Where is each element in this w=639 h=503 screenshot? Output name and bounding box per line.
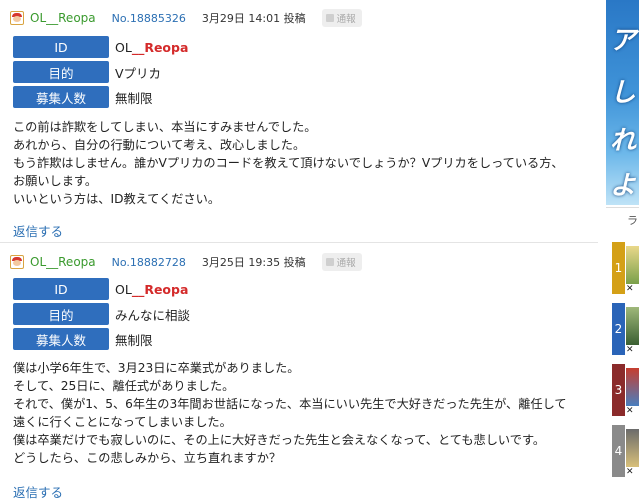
meta-row-capacity: 募集人数 無制限 (13, 86, 153, 108)
body-line: それで、僕が1、5、6年生の3年間お世話になった、本当にいい先生で大好きだった先… (13, 397, 567, 411)
ranking-thumbnail (626, 246, 639, 284)
meta-key: ID (13, 36, 109, 58)
ranking-item[interactable]: 1 ✕ (612, 242, 639, 294)
close-icon: ✕ (626, 284, 634, 294)
meta-key: ID (13, 278, 109, 300)
close-icon: ✕ (626, 345, 634, 355)
banner-text: よ (610, 171, 637, 201)
ranking-item[interactable]: 2 ✕ (612, 303, 639, 355)
id-prefix: OL (115, 281, 132, 297)
post-divider (0, 242, 598, 243)
meta-value: Vプリカ (115, 65, 162, 81)
ranking-number: 1 (612, 242, 625, 294)
reply-link[interactable]: 返信する (13, 482, 63, 501)
body-line: お願いします。 (13, 174, 98, 188)
report-label: 通報 (336, 258, 356, 269)
post-body: この前は詐欺をしてしまい、本当にすみませんでした。 あれから、自分の行動について… (13, 118, 593, 208)
meta-value: 無制限 (115, 90, 153, 106)
id-highlight: __Reopa (131, 39, 189, 55)
ranking-number: 2 (612, 303, 625, 355)
ad-banner[interactable]: ア し れ よ (606, 0, 639, 205)
post-date: 3月29日 14:01 投稿 (201, 12, 306, 25)
meta-key: 目的 (13, 61, 109, 83)
right-sidebar: ア し れ よ ラ 1 ✕ 2 ✕ 3 ✕ 4 ✕ (598, 0, 639, 503)
body-line: この前は詐欺をしてしまい、本当にすみませんでした。 (13, 120, 317, 134)
ranking-header: ラ (627, 214, 638, 227)
post-body: 僕は小学6年生で、3月23日に卒業式がありました。 そして、25日に、離任式があ… (13, 359, 593, 467)
ranking-thumbnail (626, 307, 639, 345)
report-button[interactable]: 通報 (321, 253, 362, 271)
meta-value-id: OL__Reopa (115, 282, 188, 297)
flag-icon (325, 258, 334, 266)
body-line: 僕は小学6年生で、3月23日に卒業式がありました。 (13, 361, 300, 375)
ranking-number: 3 (612, 364, 625, 416)
banner-text: ア (610, 26, 637, 56)
meta-row-id: ID OL__Reopa (13, 36, 188, 58)
ranking-item[interactable]: 3 ✕ (612, 364, 639, 416)
post-number-link[interactable]: No.18885326 (112, 12, 186, 25)
body-line: 遠くに行くことになってしまいました。 (13, 415, 232, 429)
id-highlight: __Reopa (131, 281, 189, 297)
body-line: 僕は卒業だけでも寂しいのに、その上に大好きだった先生と会えなくなって、とても悲し… (13, 433, 546, 447)
username-link[interactable]: OL__Reopa (30, 11, 96, 25)
user-avatar-icon[interactable] (10, 11, 24, 25)
ranking-thumbnail (626, 429, 639, 467)
body-line: どうしたら、この悲しみから、立ち直れますか？ (13, 451, 282, 465)
meta-value: 無制限 (115, 332, 153, 348)
body-line: いいという方は、ID教えてください。 (13, 192, 221, 206)
report-button[interactable]: 通報 (321, 9, 362, 27)
ranking-item[interactable]: 4 ✕ (612, 425, 639, 477)
username-link[interactable]: OL__Reopa (30, 255, 96, 269)
body-line: そして、25日に、離任式がありました。 (13, 379, 235, 393)
close-icon: ✕ (626, 406, 634, 416)
user-avatar-icon[interactable] (10, 255, 24, 269)
post-header: OL__Reopa No.18885326 3月29日 14:01 投稿 通報 (10, 8, 362, 28)
ranking-divider (606, 207, 639, 208)
reply-link[interactable]: 返信する (13, 221, 63, 240)
ranking-number: 4 (612, 425, 625, 477)
meta-value: みんなに相談 (115, 307, 191, 323)
post-number-link[interactable]: No.18882728 (112, 256, 186, 269)
meta-row-purpose: 目的 みんなに相談 (13, 303, 190, 325)
meta-key: 募集人数 (13, 86, 109, 108)
meta-value-id: OL__Reopa (115, 40, 188, 55)
banner-text: し (610, 78, 637, 108)
post-card: OL__Reopa No.18882728 3月25日 19:35 投稿 通報 … (0, 252, 598, 503)
post-header: OL__Reopa No.18882728 3月25日 19:35 投稿 通報 (10, 252, 362, 272)
banner-text: れ (610, 126, 637, 156)
ranking-thumbnail (626, 368, 639, 406)
post-feed: OL__Reopa No.18885326 3月29日 14:01 投稿 通報 … (0, 0, 598, 503)
meta-row-purpose: 目的 Vプリカ (13, 61, 161, 83)
body-line: あれから、自分の行動について考え、改心しました。 (13, 138, 306, 152)
id-prefix: OL (115, 39, 132, 55)
flag-icon (325, 14, 334, 22)
meta-row-id: ID OL__Reopa (13, 278, 188, 300)
meta-key: 目的 (13, 303, 109, 325)
post-date: 3月25日 19:35 投稿 (201, 256, 306, 269)
post-card: OL__Reopa No.18885326 3月29日 14:01 投稿 通報 … (0, 8, 598, 240)
close-icon: ✕ (626, 467, 634, 477)
body-line: もう詐欺はしません。誰かVプリカのコードを教えて頂けないでしょうか？Vプリカをし… (13, 156, 564, 170)
meta-key: 募集人数 (13, 328, 109, 350)
meta-row-capacity: 募集人数 無制限 (13, 328, 153, 350)
report-label: 通報 (336, 14, 356, 25)
